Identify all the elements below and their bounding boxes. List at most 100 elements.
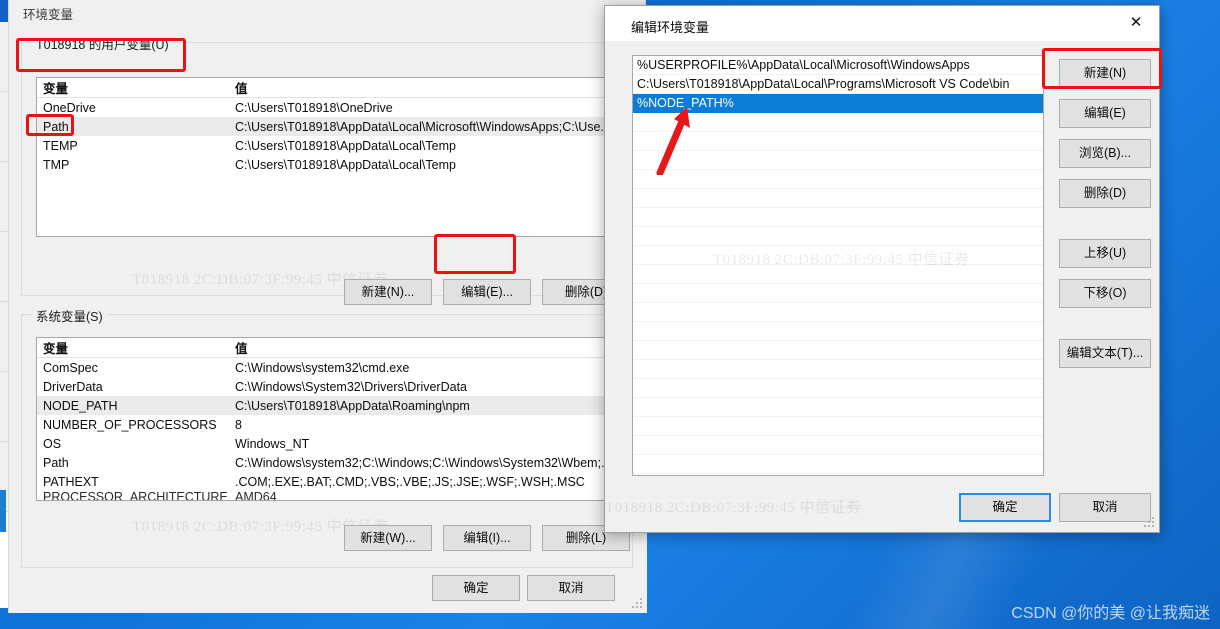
variable-value: C:\Users\T018918\OneDrive bbox=[235, 100, 393, 115]
list-item[interactable]: %USERPROFILE%\AppData\Local\Microsoft\Wi… bbox=[633, 56, 1043, 75]
table-row[interactable]: ComSpec C:\Windows\system32\cmd.exe bbox=[37, 358, 619, 377]
variable-name: TEMP bbox=[43, 138, 78, 153]
column-header-value: 值 bbox=[235, 342, 248, 356]
empty-list-item[interactable] bbox=[633, 303, 1043, 322]
variable-value: 8 bbox=[235, 417, 242, 432]
variable-name: Path bbox=[43, 119, 69, 134]
dialog-ok-button[interactable]: 确定 bbox=[959, 493, 1051, 522]
faint-watermark: T018918 2C:DB:07:3F:99:45 中信证券 bbox=[605, 500, 862, 516]
user-variables-group: T018918 的用户变量(U) 变量 值 OneDrive C:\Users\… bbox=[21, 34, 633, 305]
empty-list-item[interactable] bbox=[633, 227, 1043, 246]
table-row[interactable]: NODE_PATH C:\Users\T018918\AppData\Roami… bbox=[37, 396, 619, 415]
system-variables-header-row: 变量 值 bbox=[37, 338, 619, 358]
variable-name: ComSpec bbox=[43, 360, 98, 375]
csdn-watermark: CSDN @你的美 @让我痴迷 bbox=[1011, 605, 1210, 622]
system-new-button[interactable]: 新建(W)... bbox=[344, 525, 432, 551]
table-row[interactable]: TMP C:\Users\T018918\AppData\Local\Temp bbox=[37, 155, 619, 174]
table-row[interactable]: Path C:\Users\T018918\AppData\Local\Micr… bbox=[37, 117, 619, 136]
move-down-button-label: 下移(O) bbox=[1083, 286, 1127, 301]
browse-button[interactable]: 浏览(B)... bbox=[1059, 139, 1151, 168]
edit-environment-variable-dialog: 编辑环境变量 ✕ %USERPROFILE%\AppData\Local\Mic… bbox=[604, 5, 1160, 533]
dialog-cancel-button[interactable]: 取消 bbox=[1059, 493, 1151, 522]
list-item[interactable]: C:\Users\T018918\AppData\Local\Programs\… bbox=[633, 75, 1043, 94]
variable-value: AMD64 bbox=[235, 491, 277, 501]
new-button-label: 新建(N) bbox=[1083, 66, 1127, 81]
variable-value: C:\Windows\System32\Drivers\DriverData bbox=[235, 379, 467, 394]
dialog-title-bar[interactable]: 编辑环境变量 ✕ bbox=[605, 6, 1159, 42]
browse-button-label: 浏览(B)... bbox=[1078, 146, 1132, 161]
empty-list-item[interactable] bbox=[633, 455, 1043, 474]
table-row[interactable]: NUMBER_OF_PROCESSORS 8 bbox=[37, 415, 619, 434]
empty-list-item[interactable] bbox=[633, 284, 1043, 303]
edit-button[interactable]: 编辑(E) bbox=[1059, 99, 1151, 128]
system-variables-list[interactable]: 变量 值 ComSpec C:\Windows\system32\cmd.exe… bbox=[36, 337, 620, 501]
path-entries-list[interactable]: %USERPROFILE%\AppData\Local\Microsoft\Wi… bbox=[632, 55, 1044, 476]
empty-list-item[interactable] bbox=[633, 170, 1043, 189]
empty-list-item[interactable] bbox=[633, 379, 1043, 398]
user-new-button[interactable]: 新建(N)... bbox=[344, 279, 432, 305]
environment-variables-window: 环境变量 T018918 的用户变量(U) 变量 值 OneDrive C:\U… bbox=[8, 0, 647, 613]
empty-list-item[interactable] bbox=[633, 341, 1043, 360]
variable-name: Path bbox=[43, 455, 69, 470]
empty-list-rows bbox=[633, 113, 1043, 474]
table-row[interactable]: PATHEXT .COM;.EXE;.BAT;.CMD;.VBS;.VBE;.J… bbox=[37, 472, 619, 491]
dialog-title: 编辑环境变量 bbox=[631, 20, 710, 35]
edit-button-label: 编辑(E) bbox=[1084, 106, 1126, 121]
variable-name: OS bbox=[43, 436, 62, 451]
system-edit-button[interactable]: 编辑(I)... bbox=[443, 525, 531, 551]
desktop-root: 环境变量 T018918 的用户变量(U) 变量 值 OneDrive C:\U… bbox=[0, 0, 1220, 629]
table-row[interactable]: OneDrive C:\Users\T018918\OneDrive bbox=[37, 98, 619, 117]
list-item[interactable]: %NODE_PATH% bbox=[633, 94, 1043, 113]
empty-list-item[interactable] bbox=[633, 189, 1043, 208]
variable-name: OneDrive bbox=[43, 100, 96, 115]
move-down-button[interactable]: 下移(O) bbox=[1059, 279, 1151, 308]
table-row[interactable]: OS Windows_NT bbox=[37, 434, 619, 453]
empty-list-item[interactable] bbox=[633, 208, 1043, 227]
table-row[interactable]: TEMP C:\Users\T018918\AppData\Local\Temp bbox=[37, 136, 619, 155]
resize-grip[interactable] bbox=[632, 598, 644, 610]
user-variables-legend: T018918 的用户变量(U) bbox=[32, 34, 173, 53]
variable-value: C:\Users\T018918\AppData\Local\Temp bbox=[235, 138, 456, 153]
empty-list-item[interactable] bbox=[633, 360, 1043, 379]
close-icon[interactable]: ✕ bbox=[1113, 6, 1159, 37]
variable-name: TMP bbox=[43, 157, 70, 172]
empty-list-item[interactable] bbox=[633, 265, 1043, 284]
delete-button-label: 删除(D) bbox=[1083, 186, 1127, 201]
user-variables-list[interactable]: 变量 值 OneDrive C:\Users\T018918\OneDrive … bbox=[36, 77, 620, 237]
variable-name: NODE_PATH bbox=[43, 398, 118, 413]
table-row[interactable]: PROCESSOR_ARCHITECTURE AMD64 bbox=[37, 491, 619, 501]
delete-button[interactable]: 删除(D) bbox=[1059, 179, 1151, 208]
column-header-variable: 变量 bbox=[43, 82, 69, 96]
empty-list-item[interactable] bbox=[633, 132, 1043, 151]
variable-value: C:\Users\T018918\AppData\Local\Microsoft… bbox=[235, 119, 611, 134]
sliver-accent-bar bbox=[0, 490, 6, 532]
empty-list-item[interactable] bbox=[633, 246, 1043, 265]
system-variables-legend: 系统变量(S) bbox=[32, 306, 107, 325]
variable-name: DriverData bbox=[43, 379, 103, 394]
edit-text-button[interactable]: 编辑文本(T)... bbox=[1059, 339, 1151, 368]
empty-list-item[interactable] bbox=[633, 151, 1043, 170]
empty-list-item[interactable] bbox=[633, 322, 1043, 341]
table-row[interactable]: DriverData C:\Windows\System32\Drivers\D… bbox=[37, 377, 619, 396]
empty-list-item[interactable] bbox=[633, 417, 1043, 436]
environment-variables-window-body: T018918 的用户变量(U) 变量 值 OneDrive C:\Users\… bbox=[9, 24, 647, 613]
empty-list-item[interactable] bbox=[633, 398, 1043, 417]
new-button[interactable]: 新建(N) bbox=[1059, 59, 1151, 88]
variable-value: .COM;.EXE;.BAT;.CMD;.VBS;.VBE;.JS;.JSE;.… bbox=[235, 474, 585, 489]
edit-text-button-label: 编辑文本(T)... bbox=[1066, 346, 1144, 361]
variable-name: PROCESSOR_ARCHITECTURE bbox=[43, 491, 228, 501]
user-variables-header-row: 变量 值 bbox=[37, 78, 619, 98]
empty-list-item[interactable] bbox=[633, 436, 1043, 455]
move-up-button-label: 上移(U) bbox=[1083, 246, 1127, 261]
user-edit-button[interactable]: 编辑(E)... bbox=[443, 279, 531, 305]
table-row[interactable]: Path C:\Windows\system32;C:\Windows;C:\W… bbox=[37, 453, 619, 472]
variable-value: C:\Users\T018918\AppData\Roaming\npm bbox=[235, 398, 470, 413]
window-ok-button[interactable]: 确定 bbox=[432, 575, 520, 601]
system-variables-group: 系统变量(S) 变量 值 ComSpec C:\Windows\system32… bbox=[21, 306, 633, 568]
window-cancel-button[interactable]: 取消 bbox=[527, 575, 615, 601]
variable-value: C:\Windows\system32\cmd.exe bbox=[235, 360, 410, 375]
move-up-button[interactable]: 上移(U) bbox=[1059, 239, 1151, 268]
variable-value: C:\Users\T018918\AppData\Local\Temp bbox=[235, 157, 456, 172]
empty-list-item[interactable] bbox=[633, 113, 1043, 132]
variable-name: NUMBER_OF_PROCESSORS bbox=[43, 417, 217, 432]
